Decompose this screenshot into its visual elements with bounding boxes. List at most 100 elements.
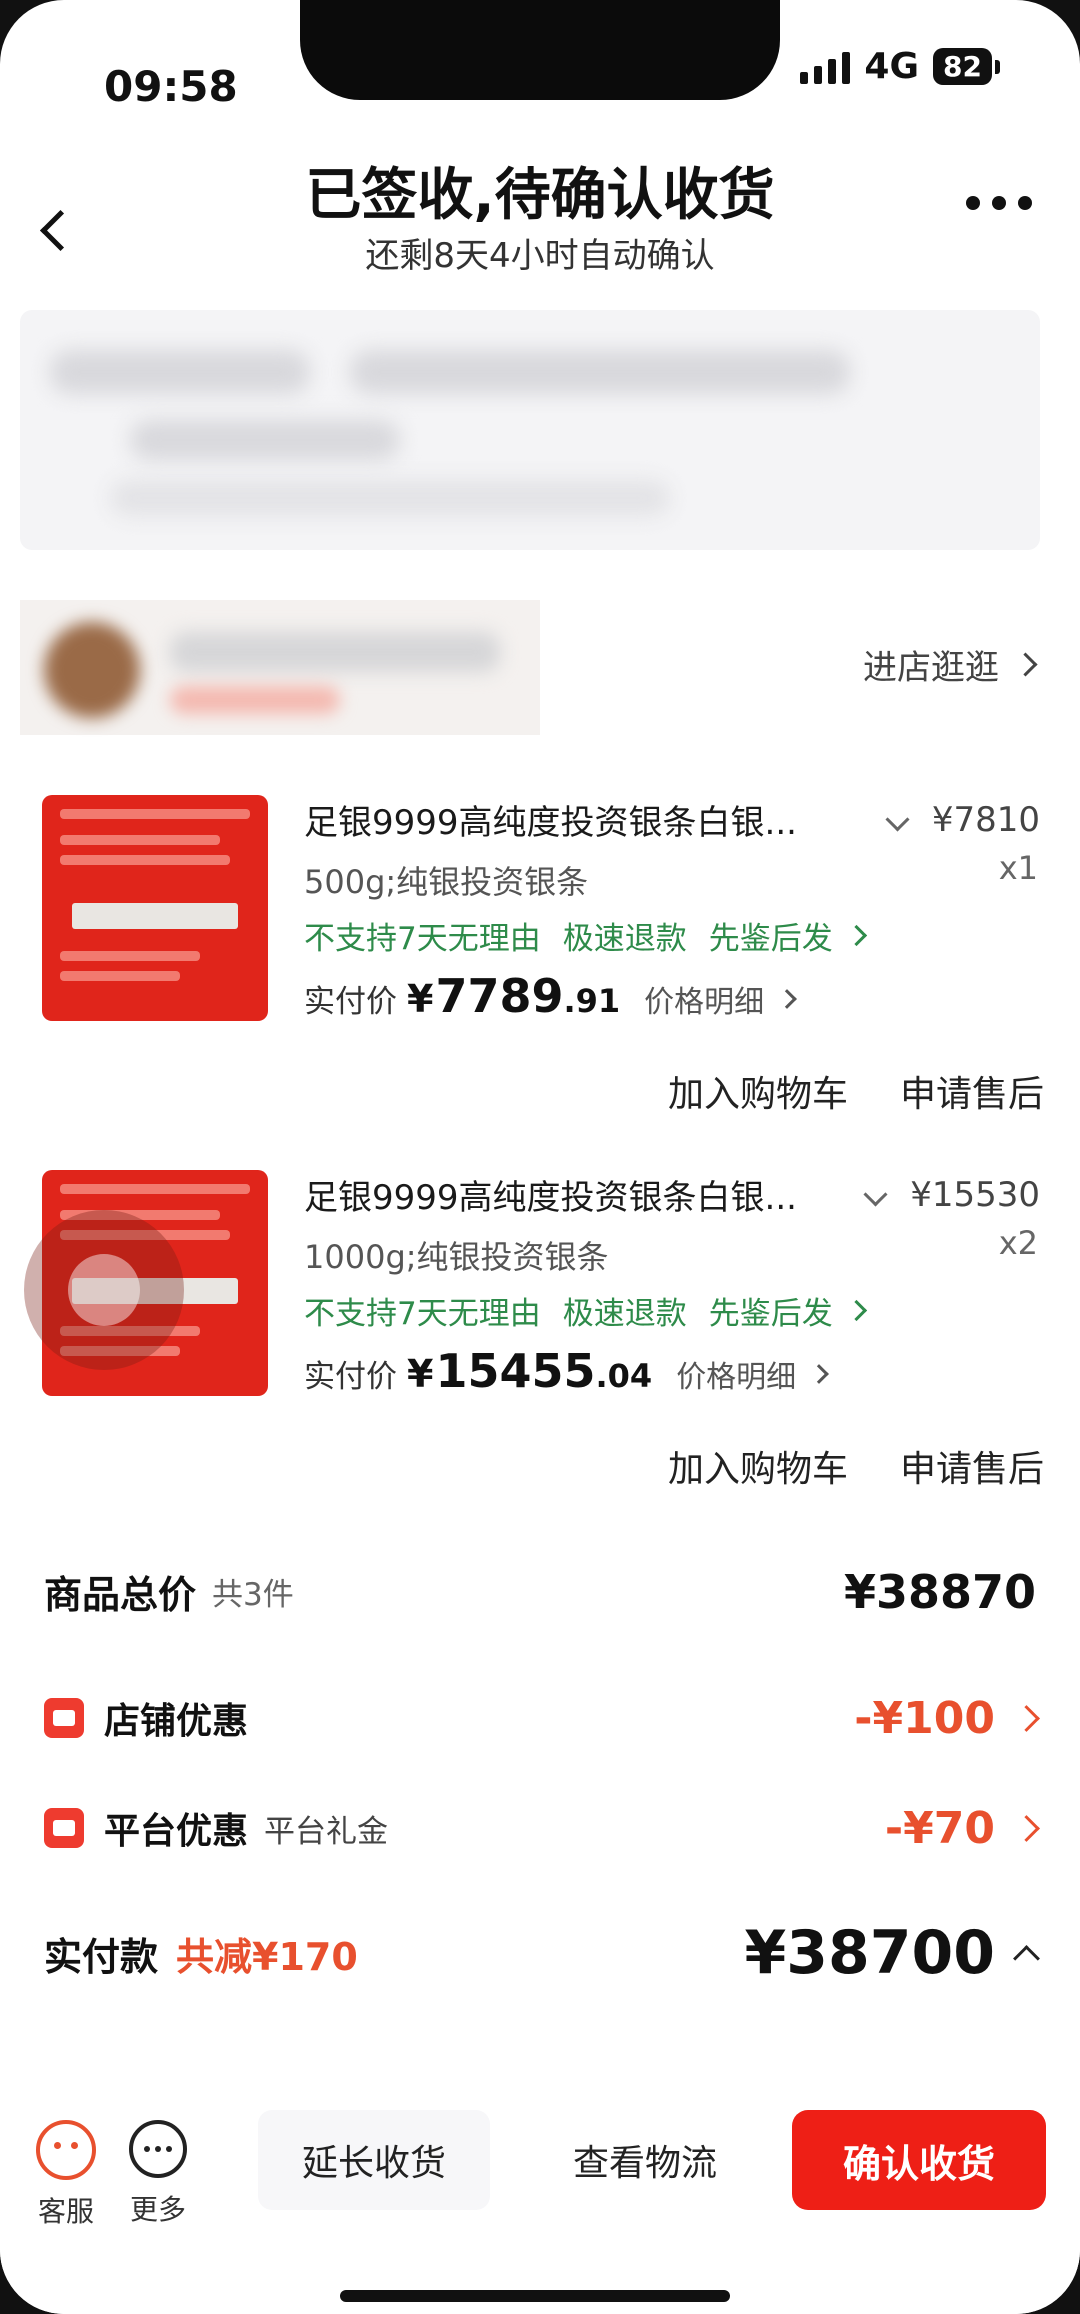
goods-count: 共3件 (212, 1577, 294, 1613)
confirm-receipt-button[interactable]: 确认收货 (792, 2110, 1046, 2210)
more-button[interactable]: 更多 (118, 2120, 198, 2228)
chevron-right-icon (1013, 652, 1038, 677)
service-tag: 先鉴后发 (708, 1296, 833, 1332)
phone-screen: 09:58 4G 82 已签收,待确认收货 还剩8天4小时自动确认 进店逛逛 足… (0, 0, 1080, 2314)
shop-discount-row[interactable]: 店铺优惠 -¥100 (44, 1692, 1040, 1744)
product-quantity: x2 (998, 1224, 1038, 1262)
customer-service-button[interactable]: 客服 (26, 2120, 106, 2230)
paid-price-decimal: .04 (595, 1357, 653, 1395)
price-detail-link[interactable]: 价格明细 (644, 977, 798, 1021)
paid-total-value: ¥38700 (744, 1918, 1040, 1988)
service-tag: 先鉴后发 (708, 921, 833, 957)
chevron-up-icon (1013, 1944, 1040, 1972)
extend-receipt-button[interactable]: 延长收货 (258, 2110, 490, 2210)
status-indicators: 4G 82 (800, 46, 1000, 87)
platform-discount-label: 平台优惠 (104, 1811, 249, 1852)
order-item: 足银9999高纯度投资银条白银... ¥15530 1000g;纯银投资银条 x… (0, 1170, 1080, 1540)
address-card-blurred (20, 310, 1040, 550)
platform-coupon-icon (44, 1808, 84, 1848)
chevron-right-icon (1013, 1814, 1040, 1842)
shop-row: 进店逛逛 (20, 600, 1060, 740)
after-sale-button[interactable]: 申请售后 (900, 1430, 1044, 1502)
home-indicator[interactable] (340, 2290, 730, 2302)
price-detail-label: 价格明细 (676, 1360, 797, 1395)
platform-discount-amount: -¥70 (884, 1802, 995, 1854)
price-detail-label: 价格明细 (644, 985, 765, 1020)
currency-symbol: ¥ (407, 977, 434, 1021)
total-reduced: 共减¥170 (176, 1934, 358, 1979)
product-image[interactable] (42, 795, 268, 1021)
paid-total-row[interactable]: 实付款 共减¥170 ¥38700 (44, 1918, 1040, 1988)
shop-discount-label: 店铺优惠 (104, 1701, 249, 1742)
paid-total-label: 实付款 (44, 1934, 159, 1979)
paid-price-row: 实付价 ¥ 15455 .04 价格明细 (304, 1344, 830, 1398)
more-label: 更多 (129, 2193, 186, 2226)
paid-price-label: 实付价 (304, 984, 397, 1020)
signal-icon (800, 50, 851, 84)
item-actions: 加入购物车 申请售后 (668, 1430, 1044, 1502)
chevron-right-icon (845, 1299, 867, 1322)
product-quantity: x1 (998, 849, 1038, 887)
item-actions: 加入购物车 申请售后 (668, 1055, 1044, 1127)
service-tag: 极速退款 (562, 921, 687, 957)
chevron-down-icon (885, 807, 910, 832)
shop-tag-blurred (170, 686, 340, 714)
view-logistics-button[interactable]: 查看物流 (540, 2110, 750, 2210)
shop-discount-amount: -¥100 (854, 1692, 995, 1744)
add-to-cart-button[interactable]: 加入购物车 (668, 1055, 848, 1127)
product-price: ¥15530 (910, 1174, 1040, 1215)
notch (300, 0, 780, 100)
product-title-row[interactable]: 足银9999高纯度投资银条白银... ¥7810 (304, 795, 1040, 844)
currency-symbol: ¥ (407, 1352, 434, 1396)
battery-icon: 82 (933, 48, 1000, 85)
chevron-right-icon (809, 1364, 830, 1384)
paid-price-integer: 7789 (435, 969, 564, 1023)
goods-total-row: 商品总价 共3件 ¥38870 (44, 1564, 1036, 1619)
customer-service-label: 客服 (37, 2195, 94, 2228)
service-tag: 不支持7天无理由 (304, 921, 541, 957)
page-header: 已签收,待确认收货 还剩8天4小时自动确认 (0, 140, 1080, 290)
service-tag: 极速退款 (562, 1296, 687, 1332)
auto-confirm-countdown: 还剩8天4小时自动确认 (365, 236, 715, 276)
paid-price-label: 实付价 (304, 1359, 397, 1395)
product-spec: 500g;纯银投资银条 (304, 863, 589, 901)
product-title: 足银9999高纯度投资银条白银... (304, 803, 797, 843)
chevron-right-icon (1013, 1704, 1040, 1732)
shop-info-blurred (20, 600, 540, 735)
paid-price-decimal: .91 (563, 982, 621, 1020)
service-tags[interactable]: 不支持7天无理由 极速退款 先鉴后发 (304, 913, 867, 958)
after-sale-button[interactable]: 申请售后 (900, 1055, 1044, 1127)
paid-price-row: 实付价 ¥ 7789 .91 价格明细 (304, 969, 798, 1023)
platform-discount-row[interactable]: 平台优惠 平台礼金 -¥70 (44, 1802, 1040, 1854)
touch-indicator (24, 1210, 184, 1370)
network-type: 4G (864, 46, 920, 87)
more-options-icon[interactable] (966, 196, 1032, 210)
paid-total-amount: ¥38700 (744, 1918, 996, 1988)
service-tag: 不支持7天无理由 (304, 1296, 541, 1332)
status-time: 09:58 (104, 62, 238, 111)
chevron-right-icon (777, 989, 798, 1009)
more-icon (129, 2120, 187, 2178)
customer-service-icon (36, 2120, 96, 2180)
page-title: 已签收,待确认收货 (305, 163, 775, 228)
chevron-right-icon (845, 924, 867, 947)
goods-total-label: 商品总价 (44, 1573, 197, 1617)
add-to-cart-button[interactable]: 加入购物车 (668, 1430, 848, 1502)
store-coupon-icon (44, 1698, 84, 1738)
order-item: 足银9999高纯度投资银条白银... ¥7810 500g;纯银投资银条 x1 … (0, 795, 1080, 1165)
product-title-row[interactable]: 足银9999高纯度投资银条白银... ¥15530 (304, 1170, 1040, 1219)
bottom-action-bar: 客服 更多 延长收货 查看物流 确认收货 (0, 2080, 1080, 2314)
visit-shop-link[interactable]: 进店逛逛 (863, 640, 1038, 689)
goods-total-value: ¥38870 (843, 1564, 1036, 1619)
service-tags[interactable]: 不支持7天无理由 极速退款 先鉴后发 (304, 1288, 867, 1333)
chevron-down-icon (863, 1182, 888, 1207)
product-title: 足银9999高纯度投资银条白银... (304, 1178, 797, 1218)
platform-discount-sub: 平台礼金 (264, 1813, 389, 1850)
shop-avatar (44, 622, 140, 718)
price-detail-link[interactable]: 价格明细 (676, 1352, 830, 1396)
product-spec: 1000g;纯银投资银条 (304, 1238, 609, 1276)
paid-price-integer: 15455 (435, 1344, 596, 1398)
visit-shop-label: 进店逛逛 (863, 648, 999, 688)
platform-discount-value: -¥70 (884, 1802, 1040, 1854)
product-price: ¥7810 (931, 799, 1040, 840)
